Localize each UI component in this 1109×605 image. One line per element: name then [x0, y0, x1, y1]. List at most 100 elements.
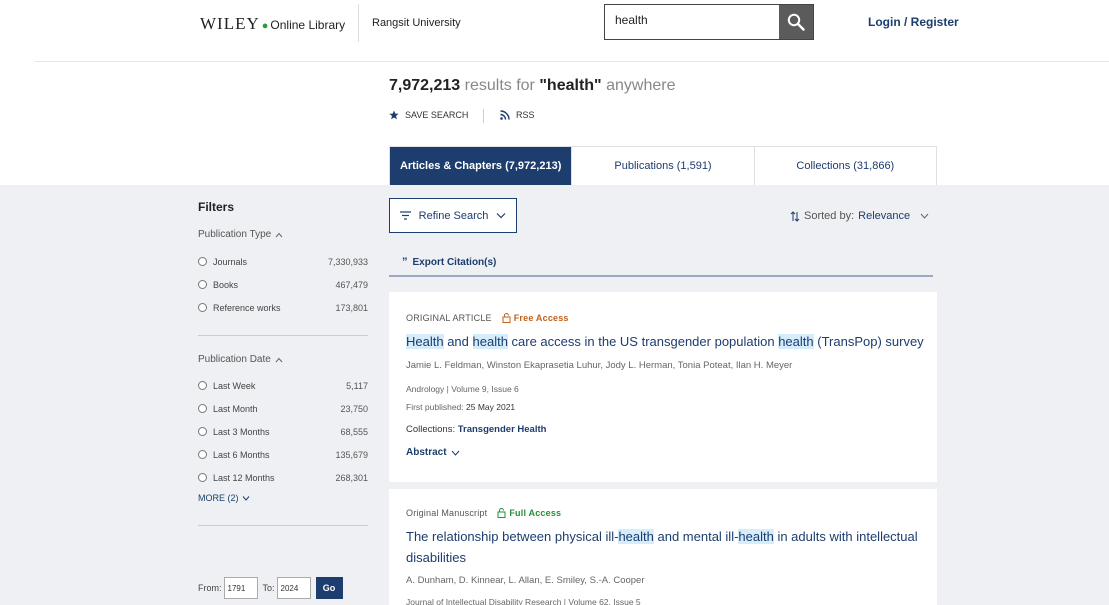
tab-collections[interactable]: Collections (31,866)	[755, 147, 936, 185]
filter-last-12-months[interactable]: Last 12 Months 268,301	[198, 466, 368, 489]
institution-name: Rangsit University	[372, 17, 461, 29]
search-icon	[787, 13, 805, 31]
radio-button[interactable]	[198, 257, 207, 266]
results-count: 7,972,213	[389, 77, 461, 94]
filter-label: Last 12 Months	[213, 472, 275, 483]
results-scope: anywhere	[606, 77, 676, 94]
abstract-label: Abstract	[406, 447, 447, 458]
filter-lines-icon	[399, 211, 411, 220]
filter-journals[interactable]: Journals 7,330,933	[198, 250, 368, 273]
title-fragment: (TransPop) survey	[813, 334, 924, 349]
refine-search-button[interactable]: Refine Search	[389, 198, 517, 233]
filters-sidebar: Filters Publication Type Journals 7,330,9…	[198, 200, 368, 526]
filter-label: Books	[213, 279, 239, 290]
export-underline	[389, 275, 933, 277]
header-separator	[35, 61, 1109, 62]
radio-button[interactable]	[198, 427, 207, 436]
title-fragment: and	[443, 334, 473, 349]
search-button[interactable]	[779, 5, 813, 39]
filter-divider	[198, 525, 368, 526]
radio-button[interactable]	[198, 450, 207, 459]
filter-reference-works[interactable]: Reference works 173,801	[198, 296, 368, 319]
radio-button[interactable]	[198, 404, 207, 413]
title-fragment: health	[738, 529, 774, 544]
article-meta: Original Manuscript Full Access	[406, 508, 561, 518]
more-label: MORE (2)	[198, 493, 239, 503]
rss-icon	[500, 110, 510, 120]
abstract-toggle[interactable]: Abstract	[406, 447, 460, 458]
journal-issue-link[interactable]: Andrology | Volume 9, Issue 6	[406, 384, 519, 394]
leaf-icon: ●	[261, 20, 270, 32]
tab-publications[interactable]: Publications (1,591)	[572, 147, 755, 185]
rss-link[interactable]: RSS	[500, 110, 535, 120]
publication-type-title: Publication Type	[198, 229, 272, 240]
rss-label: RSS	[516, 110, 535, 120]
filter-label: Last Week	[213, 380, 256, 391]
access-label: Free Access	[513, 313, 569, 323]
to-label: To:	[262, 583, 275, 593]
more-filters-button[interactable]: MORE (2)	[198, 493, 368, 503]
article-authors: A. Dunham, D. Kinnear, L. Allan, E. Smil…	[406, 575, 645, 586]
action-divider	[483, 109, 484, 123]
save-search-button[interactable]: SAVE SEARCH	[389, 110, 468, 120]
filter-books[interactable]: Books 467,479	[198, 273, 368, 296]
filter-count: 23,750	[340, 403, 368, 414]
radio-button[interactable]	[198, 381, 207, 390]
result-card: ORIGINAL ARTICLE Free Access Health and …	[389, 292, 937, 482]
filter-count: 68,555	[340, 426, 368, 437]
access-badge: Free Access	[502, 313, 569, 323]
filters-heading: Filters	[198, 200, 235, 214]
published-date: First published: 25 May 2021	[406, 402, 515, 412]
export-citations-button[interactable]: ” Export Citation(s)	[402, 256, 496, 268]
star-icon	[389, 110, 399, 120]
collection-link[interactable]: Transgender Health	[458, 424, 547, 435]
article-title-link[interactable]: Health and health care access in the US …	[406, 331, 926, 352]
to-year-input[interactable]	[276, 577, 311, 599]
published-value: 25 May 2021	[466, 402, 516, 412]
title-fragment: health	[618, 529, 654, 544]
header-divider	[358, 4, 359, 42]
sort-dropdown[interactable]: Sorted by: Relevance	[790, 210, 929, 222]
radio-button[interactable]	[198, 280, 207, 289]
save-search-label: SAVE SEARCH	[405, 110, 469, 120]
result-card: Original Manuscript Full Access The rela…	[389, 489, 937, 605]
filter-count: 173,801	[335, 302, 368, 313]
wiley-logo[interactable]: WILEY ●Online Library	[200, 14, 345, 34]
filter-last-6-months[interactable]: Last 6 Months 135,679	[198, 443, 368, 466]
tab-articles-chapters[interactable]: Articles & Chapters (7,972,213)	[390, 147, 573, 193]
title-fragment: and mental ill-	[653, 529, 739, 544]
chevron-up-icon	[275, 357, 283, 362]
sort-arrows-icon	[790, 210, 800, 222]
title-fragment: The relationship between physical ill-	[406, 529, 619, 544]
title-fragment: health	[778, 334, 814, 349]
filter-last-month[interactable]: Last Month 23,750	[198, 397, 368, 420]
logo-subtitle: Online Library	[270, 18, 346, 32]
publication-type-toggle[interactable]: Publication Type	[198, 229, 368, 240]
article-title-link[interactable]: The relationship between physical ill-he…	[406, 526, 926, 568]
article-type: Original Manuscript	[406, 508, 488, 518]
radio-button[interactable]	[198, 473, 207, 482]
unlock-icon	[497, 508, 506, 518]
publication-date-title: Publication Date	[198, 354, 271, 365]
radio-button[interactable]	[198, 303, 207, 312]
search-input[interactable]	[615, 13, 775, 27]
filter-divider	[198, 335, 368, 336]
go-button[interactable]: Go	[315, 577, 343, 599]
sort-label: Sorted by:	[804, 210, 855, 222]
logo-wordmark: WILEY	[200, 14, 260, 33]
journal-issue-link[interactable]: Journal of Intellectual Disability Resea…	[406, 597, 641, 605]
filter-count: 135,679	[335, 449, 368, 460]
filter-label: Last Month	[213, 403, 258, 414]
results-text: results for	[464, 77, 535, 94]
article-collections: Collections: Transgender Health	[406, 424, 546, 435]
article-authors: Jamie L. Feldman, Winston Ekaprasetia Lu…	[406, 360, 793, 371]
publication-date-toggle[interactable]: Publication Date	[198, 354, 368, 365]
export-label: Export Citation(s)	[412, 256, 497, 268]
filter-last-3-months[interactable]: Last 3 Months 68,555	[198, 420, 368, 443]
login-register-link[interactable]: Login / Register	[868, 15, 959, 29]
from-year-input[interactable]	[223, 577, 258, 599]
filter-label: Journals	[213, 256, 248, 267]
filter-last-week[interactable]: Last Week 5,117	[198, 374, 368, 397]
filter-label: Last 6 Months	[213, 449, 270, 460]
published-label: First published:	[406, 402, 464, 412]
